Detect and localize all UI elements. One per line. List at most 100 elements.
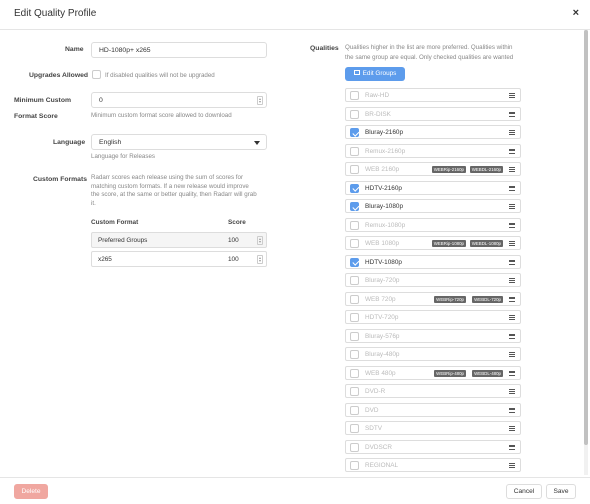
quality-row[interactable]: WEB 2160p WEBRip-2160p WEBDL-2160p (345, 162, 521, 176)
quality-row[interactable]: DVD-R (345, 384, 521, 398)
drag-handle-icon[interactable] (509, 426, 515, 431)
quality-row[interactable]: Bluray-480p (345, 347, 521, 361)
min-score-help: Minimum custom format score allowed to d… (91, 112, 232, 119)
drag-handle-icon[interactable] (509, 296, 515, 302)
drag-handle-icon[interactable] (509, 444, 515, 450)
custom-formats-label: Custom Formats (33, 176, 88, 183)
name-label: Name (65, 46, 84, 53)
modal-footer (0, 477, 590, 504)
drag-handle-icon[interactable] (509, 130, 515, 135)
custom-format-row: Preferred Groups 100 (91, 232, 267, 248)
quality-row[interactable]: SDTV (345, 421, 521, 435)
quality-checkbox[interactable] (350, 202, 359, 211)
upgrades-allowed-label: Upgrades Allowed (29, 72, 89, 79)
quality-row[interactable]: Bluray-1080p (345, 199, 521, 213)
quality-row[interactable]: WEB 720p WEBRip-720p WEBDL-720p (345, 291, 521, 306)
drag-handle-icon[interactable] (509, 389, 515, 394)
quality-name: DVD (365, 406, 379, 414)
quality-tag: WEBRip-720p (434, 295, 466, 303)
name-input[interactable]: HD-1080p+ x265 (91, 42, 267, 58)
quality-checkbox[interactable] (350, 368, 359, 378)
drag-handle-icon[interactable] (509, 241, 515, 246)
quality-checkbox[interactable] (350, 461, 359, 470)
quality-checkbox[interactable] (350, 405, 359, 415)
quality-checkbox[interactable] (350, 146, 359, 156)
min-score-value: 0 (99, 97, 103, 104)
quality-checkbox[interactable] (350, 424, 359, 433)
quality-row[interactable]: WEB 1080p WEBRip-1080p WEBDL-1080p (345, 236, 521, 250)
quality-checkbox[interactable] (350, 109, 359, 119)
quality-row[interactable]: DVDSCR (345, 439, 521, 454)
quality-checkbox[interactable] (350, 442, 359, 452)
drag-handle-icon[interactable] (509, 463, 515, 468)
drag-handle-icon[interactable] (509, 148, 515, 154)
drag-handle-icon[interactable] (509, 278, 515, 283)
quality-checkbox[interactable] (350, 313, 359, 322)
object-group-icon (353, 69, 360, 75)
custom-format-score-input[interactable]: 100 (228, 237, 239, 244)
drag-handle-icon[interactable] (509, 370, 515, 376)
min-score-stepper[interactable] (257, 96, 263, 105)
quality-name: HDTV-1080p (365, 258, 402, 266)
upgrades-allowed-checkbox[interactable] (92, 70, 101, 79)
quality-row[interactable]: Bluray-2160p (345, 125, 521, 139)
quality-checkbox[interactable] (350, 183, 359, 193)
quality-name: BR-DISK (365, 110, 391, 118)
quality-checkbox[interactable] (350, 350, 359, 359)
quality-name: Bluray-576p (365, 332, 400, 340)
qualities-help-line: Qualities higher in the list are more pr… (345, 44, 513, 51)
drag-handle-icon[interactable] (509, 93, 515, 98)
score-column-header: Score (228, 219, 246, 226)
quality-row[interactable]: REGIONAL (345, 458, 521, 472)
drag-handle-icon[interactable] (509, 352, 515, 357)
quality-row[interactable]: Remux-1080p (345, 217, 521, 232)
quality-checkbox[interactable] (350, 220, 359, 230)
quality-name: Remux-2160p (365, 147, 406, 155)
quality-row[interactable]: WEB 480p WEBRip-480p WEBDL-480p (345, 365, 521, 380)
delete-button[interactable]: Delete (14, 484, 48, 499)
custom-format-score-stepper[interactable] (257, 236, 263, 245)
drag-handle-icon[interactable] (509, 204, 515, 209)
quality-tag: WEBDL-480p (472, 369, 503, 377)
quality-checkbox[interactable] (350, 387, 359, 396)
modal-scrollbar[interactable] (584, 30, 588, 475)
quality-checkbox[interactable] (350, 91, 359, 100)
drag-handle-icon[interactable] (509, 167, 515, 172)
quality-row[interactable]: HDTV-720p (345, 310, 521, 324)
modal-scrollbar-thumb[interactable] (584, 30, 588, 445)
quality-checkbox[interactable] (350, 239, 359, 248)
quality-checkbox[interactable] (350, 294, 359, 304)
drag-handle-icon[interactable] (509, 259, 515, 265)
custom-format-score-input[interactable]: 100 (228, 256, 239, 263)
quality-checkbox[interactable] (350, 257, 359, 267)
close-icon[interactable]: × (573, 7, 579, 19)
quality-row[interactable]: Raw-HD (345, 88, 521, 102)
custom-format-score-stepper[interactable] (257, 255, 263, 264)
quality-checkbox[interactable] (350, 276, 359, 285)
quality-checkbox[interactable] (350, 331, 359, 341)
qualities-label: Qualities (310, 45, 339, 52)
language-select[interactable]: English (91, 134, 267, 150)
cancel-button[interactable]: Cancel (506, 484, 542, 499)
quality-row[interactable]: Bluray-576p (345, 328, 521, 343)
drag-handle-icon[interactable] (509, 315, 515, 320)
drag-handle-icon[interactable] (509, 407, 515, 413)
quality-checkbox[interactable] (350, 128, 359, 137)
drag-handle-icon[interactable] (509, 185, 515, 191)
quality-row[interactable]: Bluray-720p (345, 273, 521, 287)
quality-row[interactable]: BR-DISK (345, 106, 521, 121)
quality-row[interactable]: HDTV-1080p (345, 254, 521, 269)
quality-row[interactable]: Remux-2160p (345, 143, 521, 158)
quality-checkbox[interactable] (350, 165, 359, 174)
edit-groups-button[interactable]: Edit Groups (345, 67, 405, 81)
min-score-input[interactable]: 0 (91, 92, 267, 108)
drag-handle-icon[interactable] (509, 111, 515, 117)
quality-row[interactable]: HDTV-2160p (345, 180, 521, 195)
save-button[interactable]: Save (546, 484, 576, 499)
custom-formats-help: Radarr scores each release using the sum… (91, 174, 276, 208)
quality-name: WEB 2160p (365, 166, 400, 173)
drag-handle-icon[interactable] (509, 333, 515, 339)
drag-handle-icon[interactable] (509, 222, 515, 228)
quality-row[interactable]: DVD (345, 402, 521, 417)
quality-name: Bluray-1080p (365, 203, 404, 210)
